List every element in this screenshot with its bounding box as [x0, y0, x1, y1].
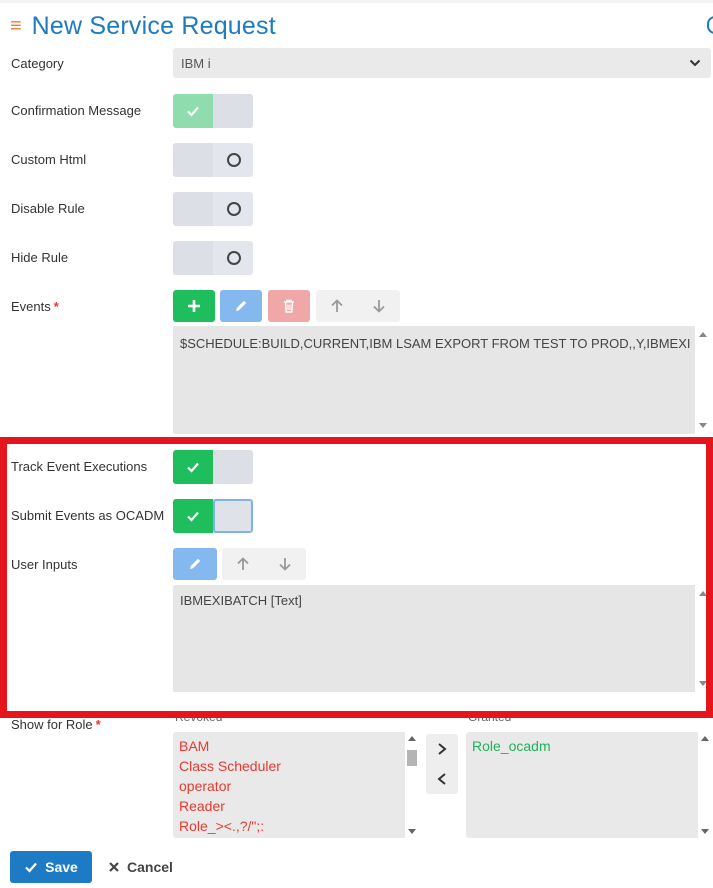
- chevron-left-icon[interactable]: [434, 771, 450, 787]
- submit-events-as-ocadm-toggle[interactable]: [173, 499, 253, 533]
- required-marker: *: [95, 717, 101, 732]
- pencil-icon: [190, 558, 201, 569]
- scroll-up-icon: [699, 332, 707, 337]
- close-icon: [109, 862, 119, 872]
- check-icon: [187, 462, 199, 473]
- chevron-right-icon[interactable]: [434, 741, 450, 757]
- cancel-button[interactable]: Cancel: [108, 851, 173, 883]
- user-inputs-order-buttons: [222, 548, 306, 580]
- category-label: Category: [11, 56, 64, 71]
- scrollbar[interactable]: [698, 732, 712, 838]
- circle-icon: [227, 251, 241, 265]
- list-item[interactable]: Reader: [173, 796, 419, 816]
- trash-icon: [284, 299, 294, 313]
- page-header: ≡ New Service Request: [10, 10, 276, 42]
- events-textarea[interactable]: $SCHEDULE:BUILD,CURRENT,IBM LSAM EXPORT …: [173, 326, 711, 434]
- page-title: New Service Request: [31, 11, 276, 40]
- hide-rule-label: Hide Rule: [11, 250, 69, 265]
- save-label: Save: [45, 859, 78, 875]
- plus-icon: [188, 300, 200, 312]
- hide-rule-toggle[interactable]: [173, 241, 253, 275]
- disable-rule-label: Disable Rule: [11, 201, 85, 216]
- track-event-executions-label: Track Event Executions: [11, 459, 148, 474]
- list-item[interactable]: Role_ocadm: [466, 736, 712, 756]
- list-item[interactable]: operator: [173, 776, 419, 796]
- arrow-up-icon[interactable]: [235, 556, 251, 572]
- scroll-down-icon: [408, 829, 416, 834]
- granted-roles-list[interactable]: Role_ocadm: [466, 732, 712, 838]
- show-for-role-label: Show for Role *: [11, 717, 101, 732]
- scroll-down-icon: [699, 423, 707, 428]
- list-item[interactable]: Role_><.,?/";:: [173, 816, 419, 836]
- delete-event-button[interactable]: [268, 290, 310, 322]
- granted-label: Granted: [468, 710, 512, 724]
- event-order-buttons: [316, 290, 400, 322]
- scroll-up-icon: [699, 591, 707, 596]
- cancel-label: Cancel: [127, 859, 173, 875]
- show-for-role-label-text: Show for Role: [11, 717, 93, 732]
- check-icon: [187, 106, 199, 117]
- revoked-label: Revoked: [175, 710, 223, 724]
- events-value: $SCHEDULE:BUILD,CURRENT,IBM LSAM EXPORT …: [180, 336, 691, 351]
- scroll-down-icon: [699, 681, 707, 686]
- circle-icon: [227, 153, 241, 167]
- category-value: IBM i: [181, 56, 211, 71]
- scroll-down-icon: [701, 829, 709, 834]
- hamburger-icon[interactable]: ≡: [10, 16, 22, 36]
- circle-icon: [227, 202, 241, 216]
- help-icon[interactable]: [707, 16, 713, 34]
- scroll-thumb[interactable]: [407, 750, 417, 766]
- track-event-executions-toggle[interactable]: [173, 450, 253, 484]
- pencil-icon: [236, 300, 247, 311]
- scroll-up-icon: [408, 736, 416, 741]
- custom-html-label: Custom Html: [11, 152, 87, 167]
- list-item[interactable]: Class Scheduler: [173, 756, 419, 776]
- events-label-text: Events: [11, 299, 51, 314]
- scrollbar[interactable]: [405, 732, 419, 838]
- confirmation-message-toggle[interactable]: [173, 94, 253, 128]
- user-inputs-value: IBMEXIBATCH [Text]: [180, 593, 302, 608]
- user-inputs-label: User Inputs: [11, 557, 78, 572]
- check-icon: [187, 511, 199, 522]
- scroll-up-icon: [701, 736, 709, 741]
- events-label: Events *: [11, 299, 59, 314]
- arrow-up-icon[interactable]: [329, 298, 345, 314]
- check-icon: [25, 862, 37, 873]
- top-border: [0, 0, 713, 3]
- list-item[interactable]: BAM: [173, 736, 419, 756]
- edit-event-button[interactable]: [220, 290, 262, 322]
- confirmation-message-label: Confirmation Message: [11, 103, 142, 118]
- add-event-button[interactable]: [173, 290, 215, 322]
- chevron-down-icon: [689, 59, 701, 67]
- revoked-roles-list[interactable]: BAM Class Scheduler operator Reader Role…: [173, 732, 419, 838]
- arrow-down-icon[interactable]: [277, 556, 293, 572]
- required-marker: *: [53, 299, 59, 314]
- user-inputs-textarea[interactable]: IBMEXIBATCH [Text]: [173, 585, 711, 692]
- edit-user-inputs-button[interactable]: [173, 548, 217, 580]
- role-move-buttons: [426, 734, 458, 794]
- custom-html-toggle[interactable]: [173, 143, 253, 177]
- category-select[interactable]: IBM i: [173, 48, 711, 78]
- arrow-down-icon[interactable]: [371, 298, 387, 314]
- disable-rule-toggle[interactable]: [173, 192, 253, 226]
- submit-events-label: Submit Events as OCADM: [11, 508, 165, 523]
- scrollbar[interactable]: [695, 585, 711, 692]
- save-button[interactable]: Save: [10, 851, 92, 883]
- scrollbar[interactable]: [695, 326, 711, 434]
